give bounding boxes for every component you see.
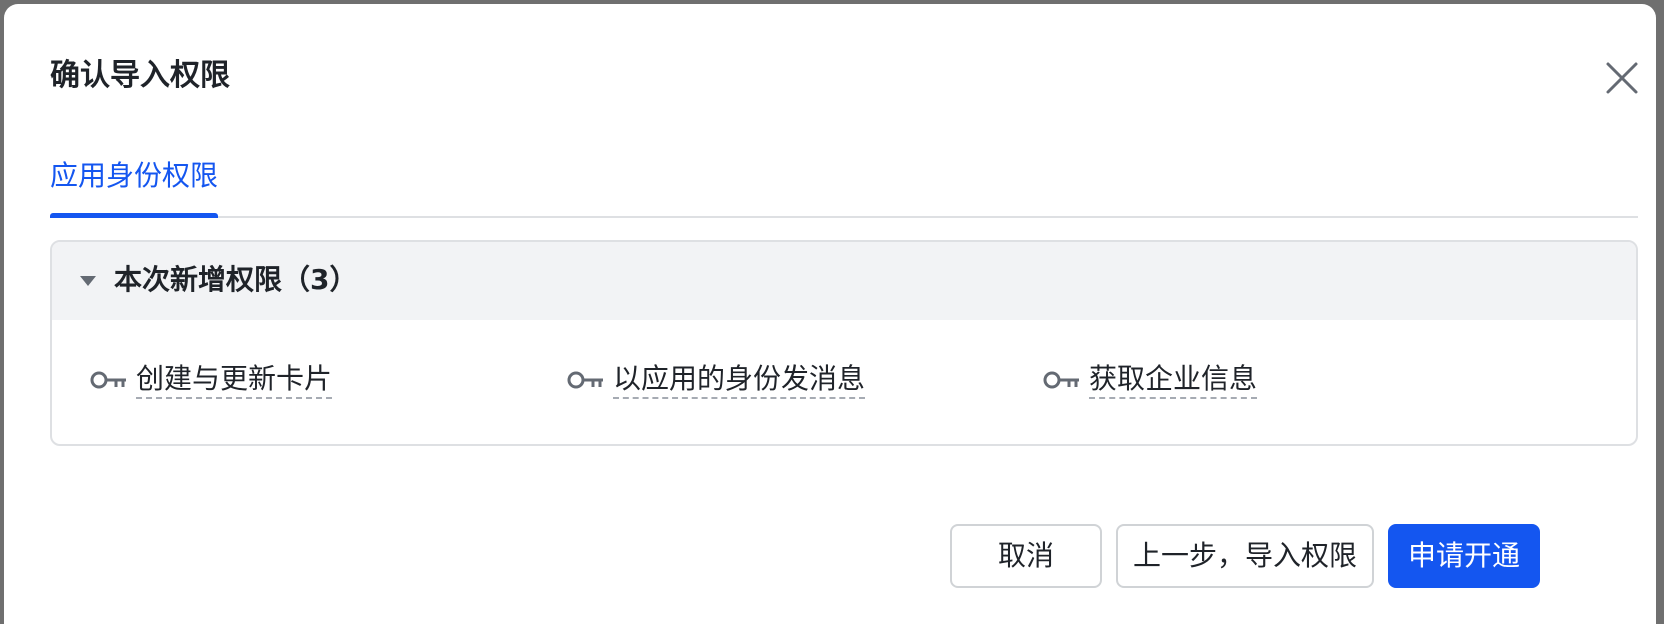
permission-label[interactable]: 创建与更新卡片 bbox=[136, 361, 333, 399]
key-icon bbox=[1043, 371, 1079, 389]
dialog-title: 确认导入权限 bbox=[50, 58, 230, 93]
panel-header[interactable]: 本次新增权限（3） bbox=[52, 242, 1636, 320]
apply-button[interactable]: 申请开通 bbox=[1388, 524, 1540, 588]
permission-item: 以应用的身份发消息 bbox=[567, 360, 866, 400]
panel-title: 本次新增权限（3） bbox=[114, 263, 358, 296]
permission-item: 创建与更新卡片 bbox=[90, 360, 333, 400]
permission-item: 获取企业信息 bbox=[1043, 360, 1258, 400]
key-icon bbox=[567, 371, 603, 389]
confirm-import-dialog: 确认导入权限 应用身份权限 本次新增权限（3） 创建与更新卡片 以应用的身份发消… bbox=[4, 4, 1656, 624]
tab-bar: 应用身份权限 bbox=[50, 144, 1638, 218]
active-tab-indicator bbox=[50, 213, 218, 218]
permission-label[interactable]: 获取企业信息 bbox=[1089, 361, 1258, 399]
caret-down-icon bbox=[80, 276, 96, 286]
close-button[interactable] bbox=[1602, 58, 1642, 98]
tab-app-identity-permissions[interactable]: 应用身份权限 bbox=[50, 156, 218, 196]
close-icon bbox=[1606, 62, 1638, 94]
back-import-button[interactable]: 上一步，导入权限 bbox=[1116, 524, 1374, 588]
new-permissions-panel: 本次新增权限（3） 创建与更新卡片 以应用的身份发消息 获取企业信息 bbox=[50, 240, 1638, 446]
permission-label[interactable]: 以应用的身份发消息 bbox=[613, 361, 866, 399]
key-icon bbox=[90, 371, 126, 389]
cancel-button[interactable]: 取消 bbox=[950, 524, 1102, 588]
